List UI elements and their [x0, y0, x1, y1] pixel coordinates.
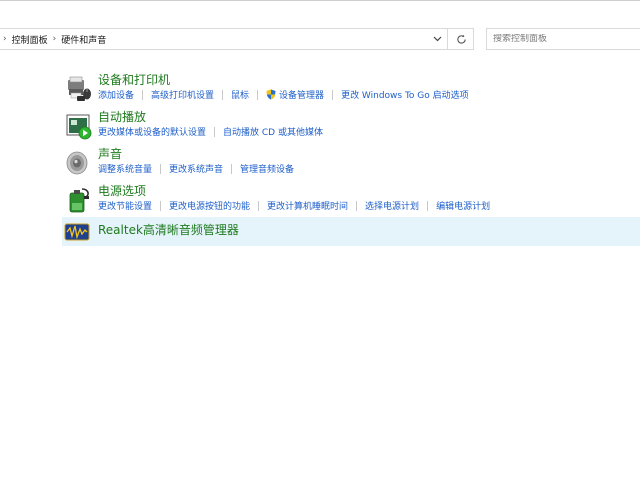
top-border [0, 0, 640, 1]
link-separator [258, 200, 260, 211]
category-links: 更改节能设置 更改电源按钮的功能 更改计算机睡眠时间 选择电源计划 编辑电源计划 [98, 199, 490, 212]
link-add-device[interactable]: 添加设备 [98, 88, 134, 101]
link-separator [231, 163, 233, 174]
category-links: 更改媒体或设备的默认设置 自动播放 CD 或其他媒体 [98, 125, 323, 138]
search-box[interactable] [486, 28, 640, 50]
link-adjust-volume[interactable]: 调整系统音量 [98, 162, 152, 175]
refresh-button[interactable] [451, 29, 471, 49]
category-title[interactable]: 自动播放 [98, 108, 146, 125]
uac-shield-icon [266, 89, 276, 100]
realtek-audio-icon [64, 223, 90, 241]
link-separator [222, 89, 224, 100]
category-title[interactable]: Realtek高清晰音频管理器 [98, 221, 239, 238]
link-device-manager[interactable]: 设备管理器 [279, 88, 324, 101]
link-edit-power-plan[interactable]: 编辑电源计划 [436, 199, 490, 212]
link-mouse[interactable]: 鼠标 [231, 88, 249, 101]
breadcrumb-control-panel[interactable]: 控制面板 [12, 33, 48, 46]
link-advanced-printer-settings[interactable]: 高级打印机设置 [151, 88, 214, 101]
link-separator [142, 89, 144, 100]
speaker-icon [66, 151, 88, 175]
breadcrumb-hardware-sound[interactable]: 硬件和声音 [61, 33, 106, 46]
category-links: 添加设备 高级打印机设置 鼠标 设备管理器 更改 Windows To Go 启… [98, 88, 469, 101]
divider [447, 29, 448, 49]
link-power-button-function[interactable]: 更改电源按钮的功能 [169, 199, 250, 212]
link-autoplay-cd[interactable]: 自动播放 CD 或其他媒体 [223, 125, 323, 138]
category-title[interactable]: 电源选项 [98, 182, 146, 199]
breadcrumb-chevron-icon[interactable]: › [53, 34, 57, 44]
power-options-icon [69, 188, 89, 213]
link-change-media-defaults[interactable]: 更改媒体或设备的默认设置 [98, 125, 206, 138]
link-change-power-saving[interactable]: 更改节能设置 [98, 199, 152, 212]
link-windows-to-go[interactable]: 更改 Windows To Go 启动选项 [341, 88, 469, 101]
link-separator [160, 200, 162, 211]
link-separator [214, 126, 216, 137]
refresh-icon [456, 34, 466, 44]
link-choose-power-plan[interactable]: 选择电源计划 [365, 199, 419, 212]
category-title[interactable]: 设备和打印机 [98, 71, 170, 88]
link-separator [356, 200, 358, 211]
devices-printers-icon [68, 76, 91, 101]
link-change-system-sounds[interactable]: 更改系统声音 [169, 162, 223, 175]
link-separator [160, 163, 162, 174]
address-dropdown-button[interactable] [428, 29, 446, 49]
address-bar[interactable]: › 控制面板 › 硬件和声音 [0, 28, 474, 50]
category-links: 调整系统音量 更改系统声音 管理音频设备 [98, 162, 294, 175]
link-separator [427, 200, 429, 211]
chevron-down-icon [433, 36, 441, 42]
link-separator [332, 89, 334, 100]
link-sleep-time[interactable]: 更改计算机睡眠时间 [267, 199, 348, 212]
link-separator [257, 89, 259, 100]
breadcrumb-chevron-icon[interactable]: › [3, 34, 7, 44]
category-title[interactable]: 声音 [98, 145, 122, 162]
search-input[interactable] [493, 34, 633, 44]
autoplay-icon [66, 114, 92, 140]
link-manage-audio-devices[interactable]: 管理音频设备 [240, 162, 294, 175]
